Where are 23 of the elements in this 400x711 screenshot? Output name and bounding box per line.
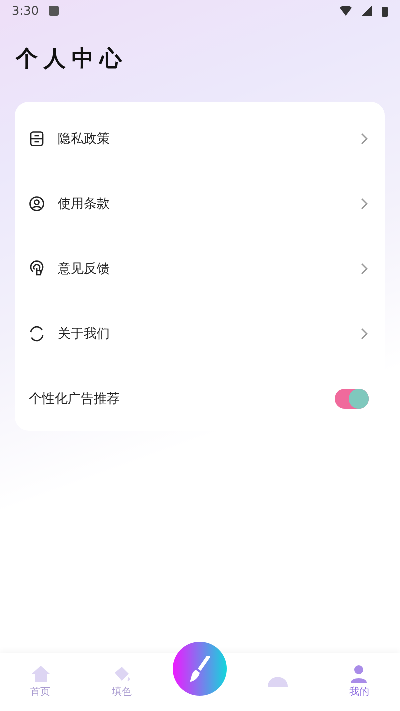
drawer-icon	[28, 130, 46, 148]
page-title: 个人中心	[14, 45, 129, 74]
chevron-right-icon	[361, 198, 369, 210]
chevron-right-icon	[361, 262, 369, 274]
menu-item[interactable]: 隐私政策	[15, 106, 385, 171]
status-time: 3:30	[12, 4, 39, 18]
chevron-right-icon	[361, 328, 369, 340]
home-icon	[30, 665, 51, 683]
signal-icon	[362, 6, 372, 16]
menu-item[interactable]: 关于我们	[15, 301, 385, 366]
menu-item[interactable]: 使用条款	[15, 171, 385, 236]
notification-icon	[48, 6, 59, 16]
battery-icon	[382, 6, 388, 16]
user-icon	[28, 194, 46, 212]
nav-tab[interactable]: 我的	[329, 665, 390, 699]
chevron-right-icon	[361, 132, 369, 144]
refresh-icon	[28, 324, 46, 342]
touch-icon	[28, 260, 46, 278]
person-icon	[349, 665, 370, 683]
toggle-switch[interactable]	[335, 388, 369, 408]
setting-label: 个性化广告推荐	[29, 390, 121, 408]
menu-item[interactable]: 意见反馈	[15, 236, 385, 301]
wifi-icon	[340, 6, 352, 16]
